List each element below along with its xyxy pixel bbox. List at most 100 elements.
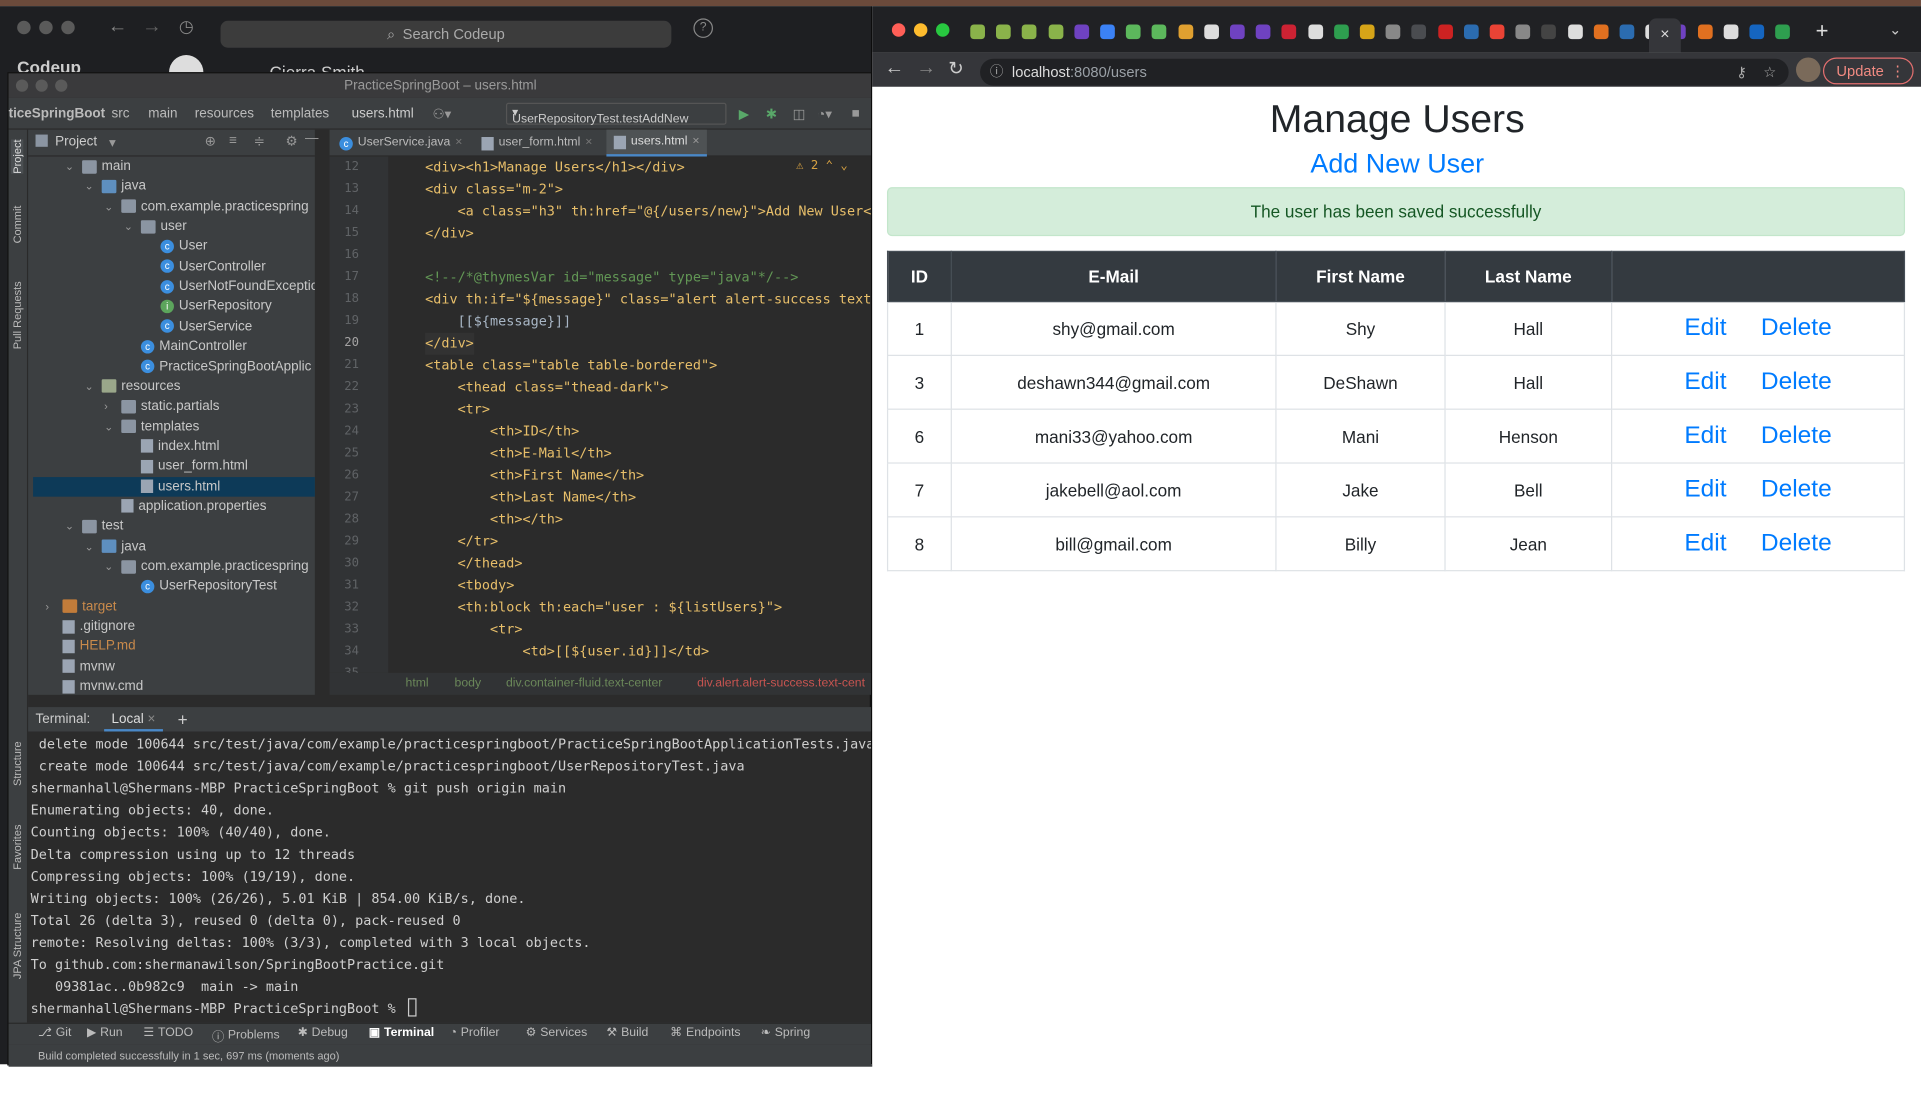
chevron-icon[interactable]: ⌄ [85,377,97,397]
edit-link[interactable]: Edit [1684,314,1726,341]
tree-item[interactable]: ⌄ templates [104,417,199,437]
browser-tab-icon[interactable] [1152,24,1167,40]
active-tab-close-icon[interactable]: × [1648,18,1681,53]
help-icon[interactable]: ? [693,18,714,38]
tree-item[interactable]: user_form.html [124,457,248,477]
browser-tab-icon[interactable] [1489,24,1505,40]
tree-item[interactable]: c User [143,237,207,257]
browser-tab-icon[interactable] [1204,24,1219,40]
browser-tab-icon[interactable] [1359,24,1375,40]
bottom-tab-build[interactable]: ⚒ Build [606,1026,648,1039]
browser-tab-icon[interactable] [1074,24,1089,40]
browser-tab-icon[interactable] [1541,24,1557,40]
update-button[interactable]: Update ⋮ [1822,57,1914,85]
browser-tab-icon[interactable] [1411,24,1427,40]
crumb-container[interactable]: div.container-fluid.text-center [506,676,662,689]
tree-item[interactable]: c MainController [124,337,247,357]
breadcrumb-project[interactable]: ticeSpringBoot [9,106,106,121]
bottom-tab-terminal[interactable]: ▣ Terminal [369,1026,434,1039]
side-tab-project[interactable]: Project [11,139,24,174]
collapse-all-icon[interactable]: ≑ [254,133,265,150]
breadcrumb-resources[interactable]: resources [195,106,254,121]
hide-icon[interactable]: — [305,131,318,146]
stop-icon[interactable]: ■ [851,106,859,121]
browser-tab-icon[interactable] [1775,24,1791,40]
key-icon[interactable]: ⚷ [1736,59,1747,86]
browser-tab-icon[interactable] [1619,24,1635,40]
browser-tab-icon[interactable] [1515,24,1531,40]
browser-tab-icon[interactable] [1255,24,1271,40]
project-tree[interactable]: ⌄ main ⌄ java ⌄ com.example.practicespring ⌄ us… [28,156,315,695]
locate-icon[interactable]: ⊕ [205,133,216,150]
tree-item[interactable]: c UserRepositoryTest [124,577,277,597]
side-tab-favorites[interactable]: Favorites [11,825,23,870]
chevron-icon[interactable]: ⌄ [65,157,77,177]
zoom-button[interactable] [61,20,75,35]
expand-all-icon[interactable]: ≡ [229,133,237,148]
bottom-tab-run[interactable]: ▶ Run [87,1026,123,1039]
bottom-tab-endpoints[interactable]: ⌘ Endpoints [670,1026,740,1039]
close-icon[interactable]: × [585,130,592,157]
profile-icon[interactable]: ◔▾ [817,106,832,123]
tree-item[interactable]: c UserController [143,257,266,277]
crumb-html[interactable]: html [406,676,429,689]
close-button[interactable] [17,20,31,35]
tree-item[interactable]: mvnw.cmd [45,677,143,695]
tree-item[interactable]: › target [45,597,116,617]
edit-link[interactable]: Edit [1684,530,1726,557]
forward-arrow-icon[interactable]: → [916,57,936,79]
coverage-icon[interactable]: ◫ [793,106,806,123]
ide-close-button[interactable] [15,79,29,92]
bottom-tab-profiler[interactable]: ◔ Profiler [450,1026,500,1039]
tree-item[interactable]: ⌄ com.example.practicespring [104,197,309,217]
edit-link[interactable]: Edit [1684,368,1726,395]
reload-icon[interactable]: ↻ [948,57,963,80]
bottom-tab-git[interactable]: ⎇ Git [38,1026,71,1039]
breadcrumb-file[interactable]: users.html [352,106,414,121]
browser-tab-icon[interactable] [1126,24,1141,40]
back-arrow-icon[interactable]: ← [885,57,905,79]
edit-link[interactable]: Edit [1684,422,1726,449]
side-tab-structure[interactable]: Structure [11,741,23,786]
browser-tab-icon[interactable] [1022,24,1037,40]
chevron-icon[interactable]: ⌄ [104,197,116,217]
tree-item[interactable]: i UserRepository [143,297,272,317]
tree-item[interactable]: application.properties [104,497,267,517]
breadcrumb-src[interactable]: src [111,106,129,121]
new-terminal-icon[interactable]: + [178,710,188,730]
search-bar[interactable]: ⌕ Search Codeup [220,20,672,48]
delete-link[interactable]: Delete [1761,314,1832,341]
chevron-icon[interactable]: ⌄ [65,517,77,537]
edit-link[interactable]: Edit [1684,476,1726,503]
browser-tab-icon[interactable] [1178,24,1193,40]
delete-link[interactable]: Delete [1761,368,1832,395]
avatar[interactable] [1795,57,1821,82]
chevron-icon[interactable]: ⌄ [85,537,97,557]
tree-item[interactable]: mvnw [45,657,115,677]
browser-close-button[interactable] [891,23,906,37]
chevron-icon[interactable]: › [45,597,57,617]
browser-tab-icon[interactable] [970,24,985,40]
star-icon[interactable]: ☆ [1763,59,1776,86]
crumb-body[interactable]: body [455,676,482,689]
chevron-icon[interactable]: ⌄ [85,177,97,197]
info-icon[interactable]: ⓘ [990,59,1003,86]
code-editor[interactable]: ⚠ 2 ⌃ ⌄ <div><h1>Manage Users</h1></div>… [388,156,873,673]
bottom-tab-services[interactable]: ⚙ Services [526,1026,588,1039]
browser-tab-icon[interactable] [1723,24,1739,40]
browser-tab-icon[interactable] [1697,24,1713,40]
browser-tab-icon[interactable] [1281,24,1297,40]
tab-search-icon[interactable]: ⌄ [1889,21,1901,38]
tree-item[interactable]: ⌄ com.example.practicespring [104,557,309,577]
tree-item[interactable]: c UserNotFoundExceptic [143,277,315,297]
tree-item[interactable]: ⌄ java [85,177,146,197]
chevron-down-icon[interactable]: ▾ [109,135,116,151]
close-icon[interactable]: × [692,128,699,155]
browser-zoom-button[interactable] [935,23,950,37]
history-icon[interactable]: ◷ [179,16,194,37]
browser-minimize-button[interactable] [913,23,928,37]
chevron-icon[interactable]: ⌄ [124,217,136,237]
side-tab-pull-requests[interactable]: Pull Requests [11,281,23,349]
close-icon[interactable]: × [147,712,155,727]
ide-zoom-button[interactable] [55,79,68,92]
